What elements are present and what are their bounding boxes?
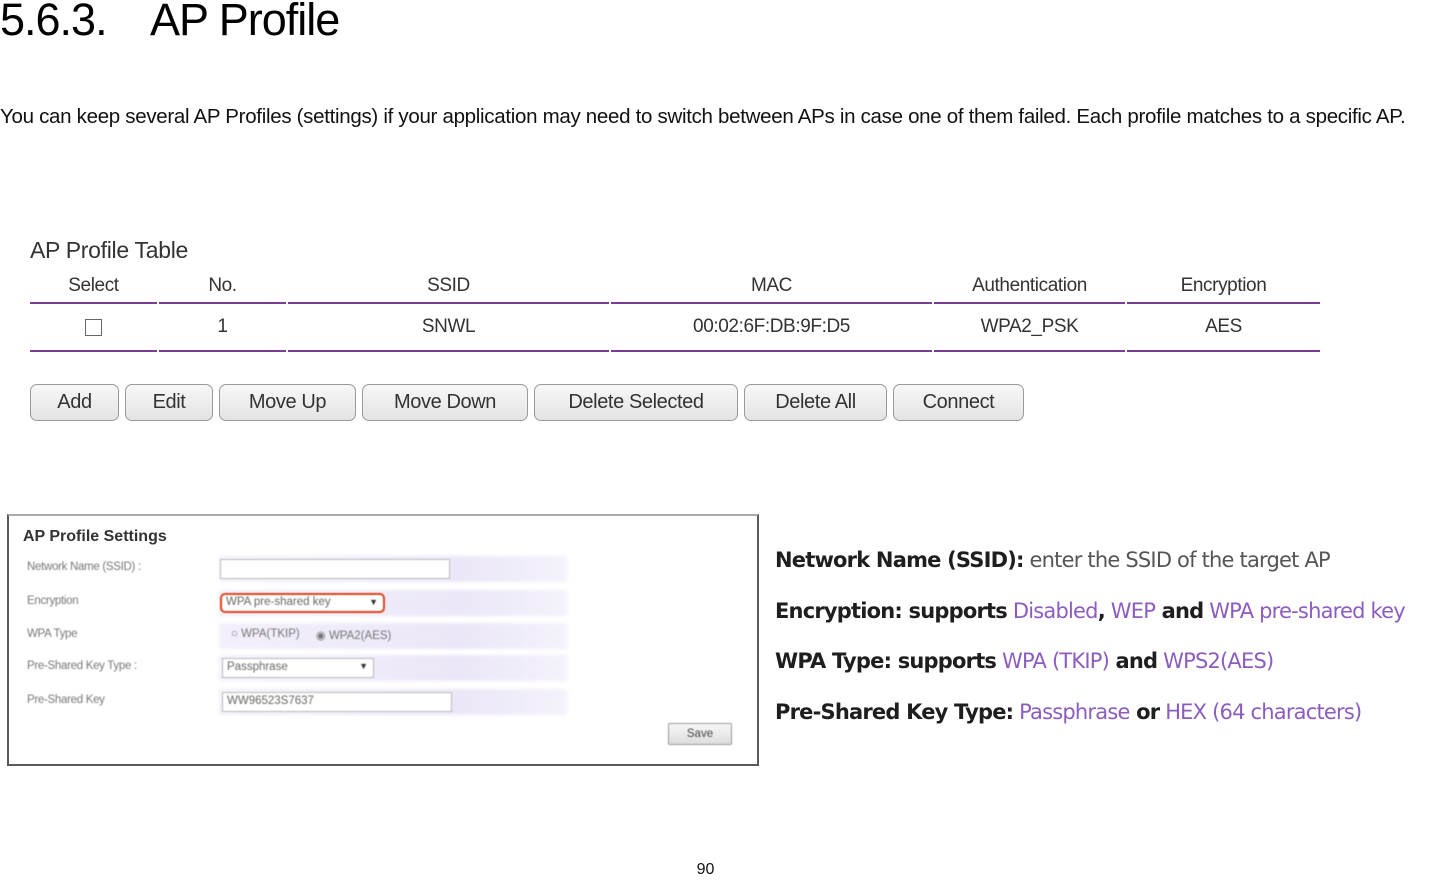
note-value: WPS2(AES)	[1157, 649, 1274, 673]
cell-encryption: AES	[1205, 316, 1242, 337]
note-text: or	[1129, 699, 1160, 724]
cell-ssid: SNWL	[421, 316, 476, 337]
psk-type-value: Passphrase	[227, 661, 288, 673]
cell-no: 1	[217, 316, 228, 337]
note-value: WPA (TKIP)	[996, 649, 1110, 673]
note-text: enter the SSID of the target AP	[1023, 548, 1331, 572]
connect-button[interactable]: Connect	[893, 384, 1024, 421]
intro-paragraph: You can keep several AP Profiles (settin…	[0, 105, 1406, 128]
cell-mac: 00:02:6F:DB:9F:D5	[693, 316, 850, 337]
note-value: WPA pre-shared key	[1203, 598, 1406, 623]
wpa2-aes-label: WPA2(AES)	[328, 630, 392, 642]
field-notes: Network Name (SSID): enter the SSID of t…	[775, 548, 1406, 751]
psk-type-row: Pre-Shared Key Type : Passphrase ▼	[9, 655, 757, 681]
encryption-select-value: WPA pre-shared key	[226, 596, 331, 608]
table-header-row: Select No. SSID MAC Authentication Encry…	[30, 270, 1322, 302]
note-psk-type: Pre-Shared Key Type: Passphrase or HEX (…	[775, 700, 1405, 751]
move-up-button[interactable]: Move Up	[219, 384, 356, 421]
wpa-tkip-radio[interactable]: ○ WPA(TKIP)	[231, 628, 300, 642]
ap-profile-table: Select No. SSID MAC Authentication Encry…	[30, 270, 1322, 352]
psk-label: Pre-Shared Key	[27, 694, 105, 706]
wpa2-aes-radio[interactable]: ◉ WPA2(AES)	[316, 628, 392, 642]
row-select-checkbox[interactable]	[85, 318, 102, 336]
wpa-type-row: WPA Type ○ WPA(TKIP) ◉ WPA2(AES)	[9, 623, 757, 649]
dropdown-arrow-icon: ▼	[359, 661, 368, 671]
network-name-input[interactable]	[220, 559, 450, 579]
note-key: Network Name (SSID):	[775, 548, 1024, 572]
row-divider	[30, 350, 1322, 352]
settings-title: AP Profile Settings	[23, 528, 167, 545]
save-button[interactable]: Save	[668, 723, 732, 745]
column-header-mac: MAC	[750, 275, 793, 296]
encryption-label: Encryption	[27, 595, 79, 607]
note-text: and	[1108, 649, 1158, 673]
note-wpa-type: WPA Type: supports WPA (TKIP) and WPS2(A…	[775, 649, 1405, 700]
page-number: 90	[696, 861, 715, 878]
encryption-select[interactable]: WPA pre-shared key ▼	[220, 593, 385, 613]
table-action-toolbar: Add Edit Move Up Move Down Delete Select…	[30, 384, 1024, 421]
select-cell	[30, 304, 157, 350]
column-header-authentication: Authentication	[972, 275, 1087, 296]
note-encryption: Encryption: supports Disabled, WEP and W…	[775, 598, 1406, 650]
psk-type-select[interactable]: Passphrase ▼	[222, 658, 374, 678]
encryption-row: Encryption WPA pre-shared key ▼	[9, 590, 757, 616]
network-name-row: Network Name (SSID) :	[9, 556, 757, 582]
wpa-tkip-label: WPA(TKIP)	[241, 628, 300, 640]
ap-profile-table-title: AP Profile Table	[30, 237, 189, 263]
note-network-name: Network Name (SSID): enter the SSID of t…	[775, 548, 1405, 599]
psk-row: Pre-Shared Key WW96523S7637	[9, 689, 757, 715]
dropdown-arrow-icon: ▼	[369, 597, 378, 607]
note-value: WEP	[1104, 598, 1156, 623]
delete-all-button[interactable]: Delete All	[744, 384, 887, 421]
edit-button[interactable]: Edit	[125, 384, 213, 421]
note-key: Pre-Shared Key Type:	[775, 699, 1014, 724]
wpa-type-radio-group: ○ WPA(TKIP) ◉ WPA2(AES)	[231, 628, 391, 642]
section-title: AP Profile	[150, 0, 340, 45]
column-header-select: Select	[68, 275, 119, 296]
note-key: Encryption: supports	[775, 598, 1008, 623]
note-key: WPA Type: supports	[775, 649, 997, 673]
note-text: and	[1155, 598, 1205, 623]
ap-profile-settings-panel: AP Profile Settings Network Name (SSID) …	[7, 514, 759, 766]
network-name-label: Network Name (SSID) :	[27, 561, 141, 573]
note-value: Disabled	[1006, 598, 1099, 623]
note-value: Passphrase	[1013, 699, 1130, 724]
note-value: HEX (64 characters)	[1159, 699, 1362, 724]
delete-selected-button[interactable]: Delete Selected	[534, 384, 738, 421]
column-header-encryption: Encryption	[1180, 275, 1267, 296]
move-down-button[interactable]: Move Down	[362, 384, 528, 421]
wpa-type-label: WPA Type	[27, 628, 78, 640]
psk-type-label: Pre-Shared Key Type :	[27, 660, 137, 672]
column-header-no: No.	[208, 275, 237, 296]
section-heading: 5.6.3. AP Profile	[0, 0, 340, 46]
cell-authentication: WPA2_PSK	[980, 316, 1079, 337]
section-number: 5.6.3.	[0, 0, 108, 45]
note-text: ,	[1097, 598, 1106, 623]
column-header-ssid: SSID	[427, 275, 470, 296]
table-row[interactable]: 1 SNWL 00:02:6F:DB:9F:D5 WPA2_PSK AES	[30, 304, 1322, 350]
add-button[interactable]: Add	[30, 384, 119, 421]
psk-input[interactable]: WW96523S7637	[222, 692, 452, 712]
